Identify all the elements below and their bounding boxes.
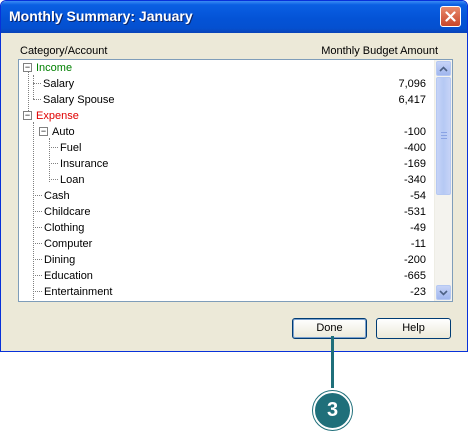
vertical-scrollbar[interactable] — [434, 60, 452, 301]
tree-row-amount: 7,096 — [398, 78, 426, 90]
tree-row-label: Clothing — [44, 222, 85, 234]
tree-row[interactable]: Computer -11 — [19, 236, 434, 252]
step-callout-badge: 3 — [313, 391, 352, 430]
tree-row[interactable]: Education -665 — [19, 268, 434, 284]
grip-line — [441, 138, 447, 139]
tree-row-amount: -54 — [410, 190, 426, 202]
dialog-body: Category/Account Monthly Budget Amount − — [6, 33, 462, 346]
tree-row-label: Childcare — [44, 206, 91, 218]
collapse-icon[interactable]: − — [23, 111, 32, 120]
title-bar[interactable]: Monthly Summary: January — [1, 1, 467, 33]
tree-row-expense[interactable]: − Expense — [19, 108, 434, 124]
tree-row[interactable]: Loan -340 — [19, 172, 434, 188]
tree-row-label: Dining — [44, 254, 76, 266]
close-icon — [445, 11, 456, 22]
tree-row[interactable]: Entertainment -23 — [19, 284, 434, 300]
column-header-category: Category/Account — [20, 45, 108, 57]
column-header-amount: Monthly Budget Amount — [321, 45, 438, 57]
tree-row-income[interactable]: − Income — [19, 60, 434, 76]
callout-pointer-line — [331, 336, 334, 388]
budget-tree-list[interactable]: − Income Salary 7,096 Salary Spouse 6,41… — [18, 59, 453, 302]
close-button[interactable] — [440, 6, 461, 27]
tree-row-amount: -23 — [410, 286, 426, 298]
tree-row[interactable]: Cash -54 — [19, 188, 434, 204]
scroll-thumb[interactable] — [436, 77, 451, 195]
tree-row[interactable]: Childcare -531 — [19, 204, 434, 220]
tree-row-amount: -665 — [403, 270, 426, 282]
tree-row-amount: 6,417 — [398, 94, 426, 106]
tree-row-amount: -11 — [410, 238, 426, 250]
tree-row-label: Education — [44, 270, 93, 282]
window-title: Monthly Summary: January — [9, 8, 193, 24]
done-button[interactable]: Done — [292, 318, 367, 339]
tree-row-amount: -340 — [403, 174, 426, 186]
tree-row-label: Auto — [52, 126, 75, 138]
tree-row-label: Insurance — [60, 158, 109, 170]
grip-line — [441, 135, 447, 136]
monthly-summary-dialog: Monthly Summary: January Category/Accoun… — [0, 0, 468, 352]
collapse-icon[interactable]: − — [39, 127, 48, 136]
scroll-up-button[interactable] — [436, 61, 451, 76]
tree-row-amount: -200 — [403, 254, 426, 266]
tree-row-label: Salary — [43, 78, 75, 90]
help-button[interactable]: Help — [376, 318, 451, 339]
tree-row-amount: -169 — [403, 158, 426, 170]
chevron-up-icon — [439, 65, 448, 72]
tree-row-label: Entertainment — [44, 286, 113, 298]
tree-row[interactable]: Clothing -49 — [19, 220, 434, 236]
tree-row[interactable]: Salary 7,096 — [19, 76, 434, 92]
tree-row-amount: -49 — [410, 222, 426, 234]
tree-row-label: Computer — [44, 238, 93, 250]
scroll-down-button[interactable] — [436, 285, 451, 300]
tree-row-auto[interactable]: − Auto -100 — [19, 124, 434, 140]
tree-row-amount: -400 — [403, 142, 426, 154]
collapse-icon[interactable]: − — [23, 63, 32, 72]
tree-row[interactable]: Insurance -169 — [19, 156, 434, 172]
tree-row-label: Loan — [60, 174, 85, 186]
tree-row[interactable]: Salary Spouse 6,417 — [19, 92, 434, 108]
tree-row-label: Fuel — [60, 142, 82, 154]
tree-row-label: Income — [36, 62, 73, 74]
tree-row-label: Expense — [36, 110, 79, 122]
chevron-down-icon — [439, 289, 448, 296]
tree-row-label: Salary Spouse — [43, 94, 115, 106]
tree-row-label: Cash — [44, 190, 70, 202]
tree-row[interactable]: Dining -200 — [19, 252, 434, 268]
grip-line — [441, 132, 447, 133]
tree-row-amount: -531 — [403, 206, 426, 218]
tree-row-amount: -100 — [403, 126, 426, 138]
tree-row[interactable]: Fuel -400 — [19, 140, 434, 156]
